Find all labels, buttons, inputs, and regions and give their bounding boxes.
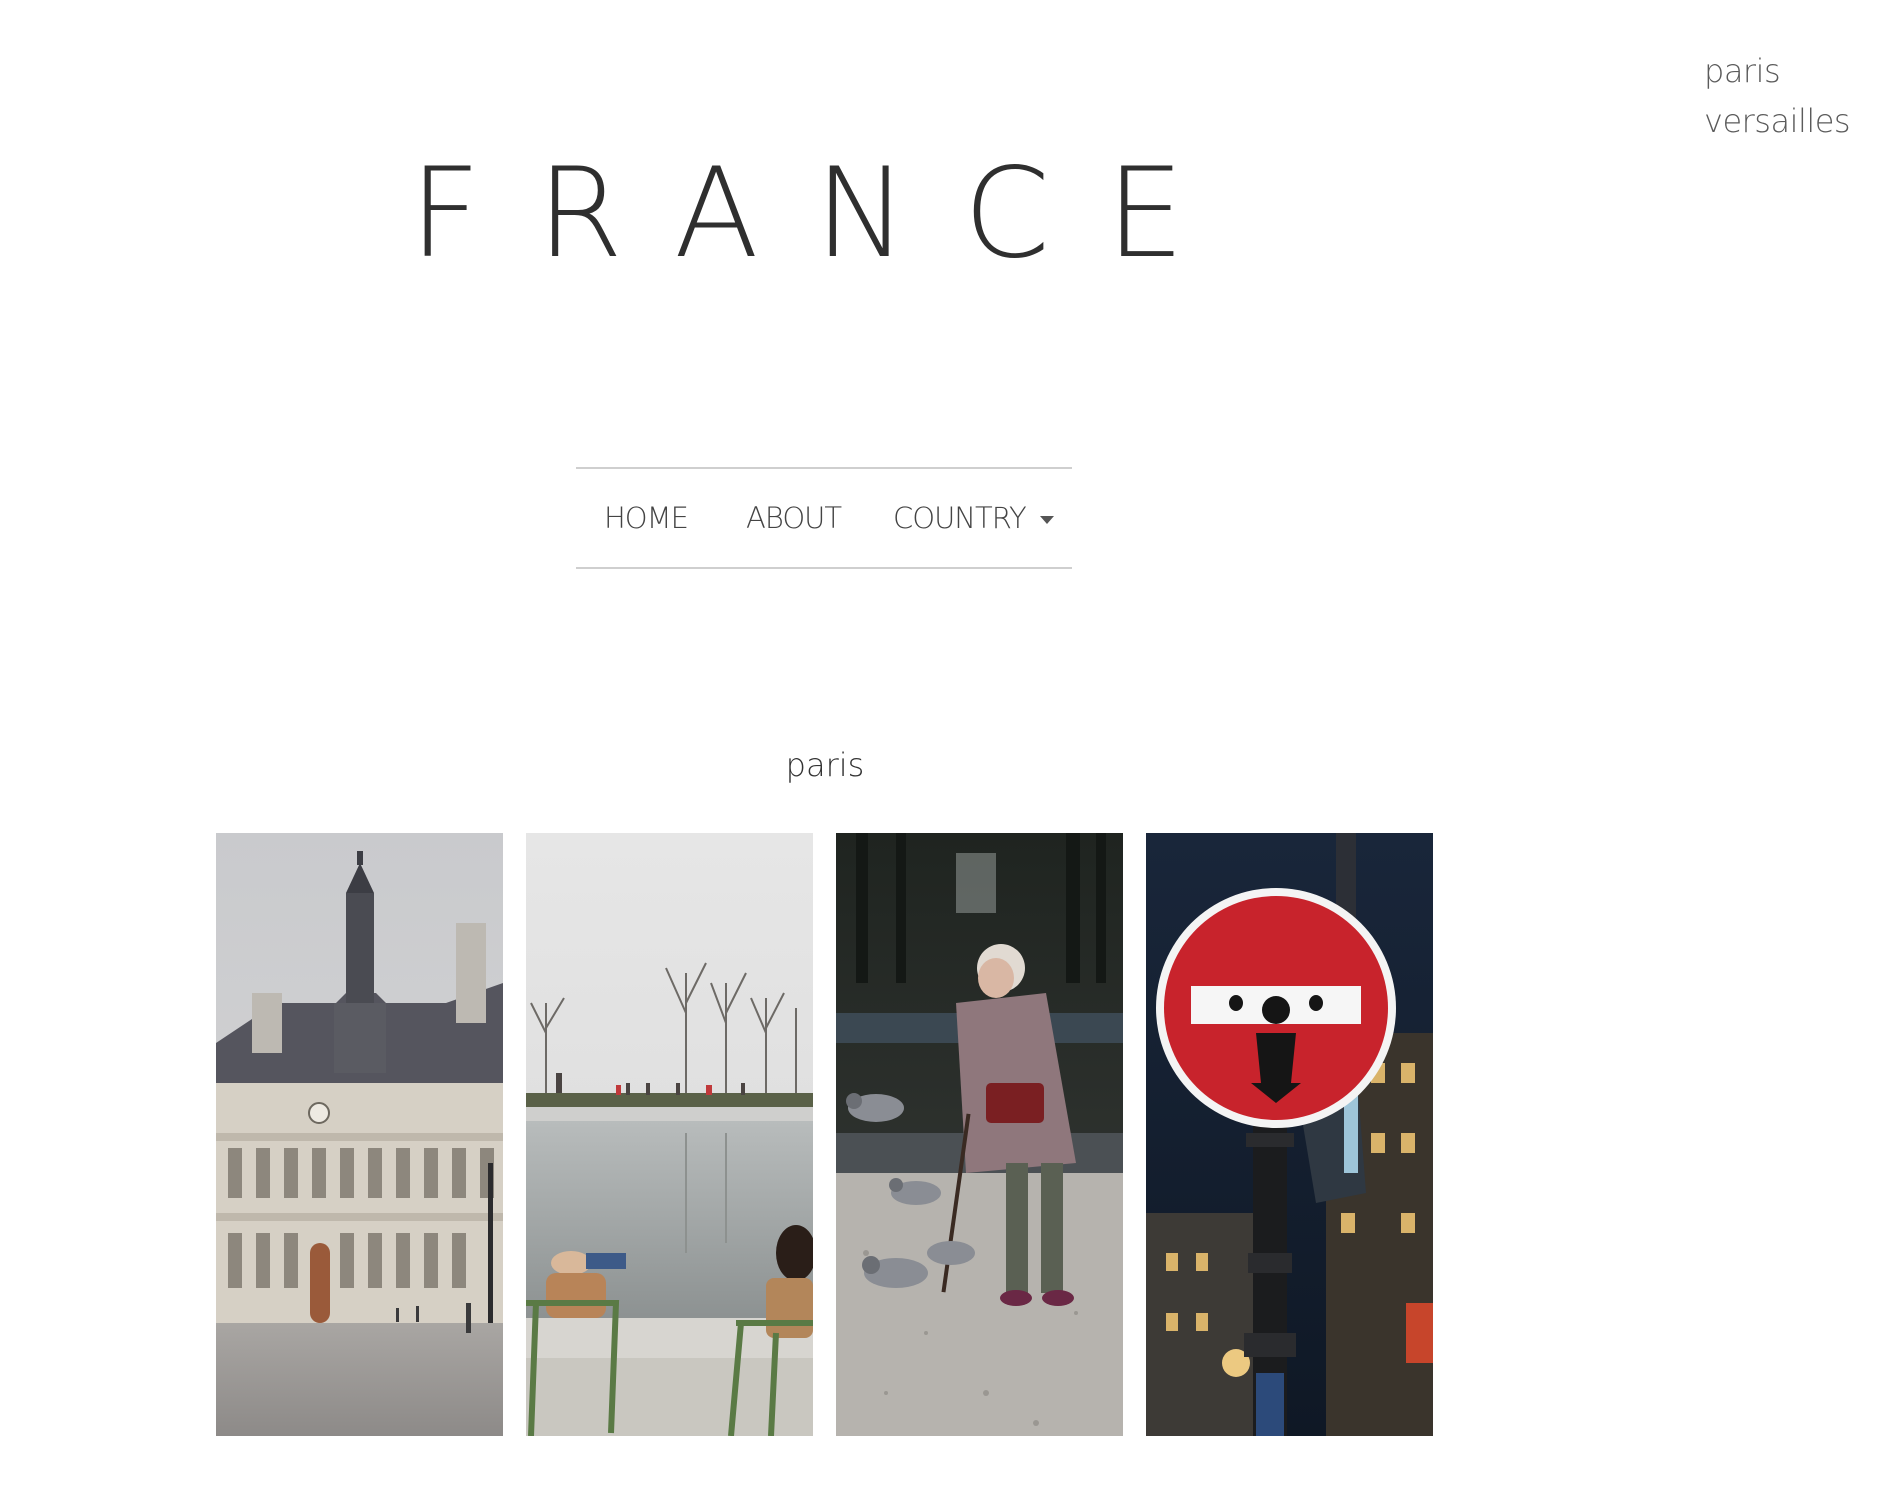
photo-garden-pond[interactable] <box>526 833 813 1436</box>
photo-woman-pigeons[interactable] <box>836 833 1123 1436</box>
section-heading: paris <box>785 746 865 784</box>
nav-home-label: HOME <box>604 501 689 535</box>
nav-about-label: ABOUT <box>746 501 842 535</box>
photo-street-sign[interactable] <box>1146 833 1433 1436</box>
site-title: FRANCE <box>409 142 1241 286</box>
garden-pond-image <box>526 833 813 1436</box>
side-nav-item-versailles[interactable]: versailles <box>1704 96 1851 146</box>
caret-down-icon <box>1039 516 1054 524</box>
side-nav-item-paris[interactable]: paris <box>1704 46 1850 96</box>
side-nav: paris versailles <box>1704 46 1851 146</box>
nav-home-link[interactable]: HOME <box>604 501 689 535</box>
street-sign-image <box>1146 833 1433 1436</box>
city-hall-image <box>216 833 503 1436</box>
nav-country-dropdown[interactable]: COUNTRY <box>893 501 1054 535</box>
main-navbar: HOME ABOUT COUNTRY <box>576 467 1072 569</box>
nav-country-label: COUNTRY <box>893 501 1027 535</box>
woman-pigeons-image <box>836 833 1123 1436</box>
nav-about-link[interactable]: ABOUT <box>746 501 842 535</box>
photo-city-hall[interactable] <box>216 833 503 1436</box>
